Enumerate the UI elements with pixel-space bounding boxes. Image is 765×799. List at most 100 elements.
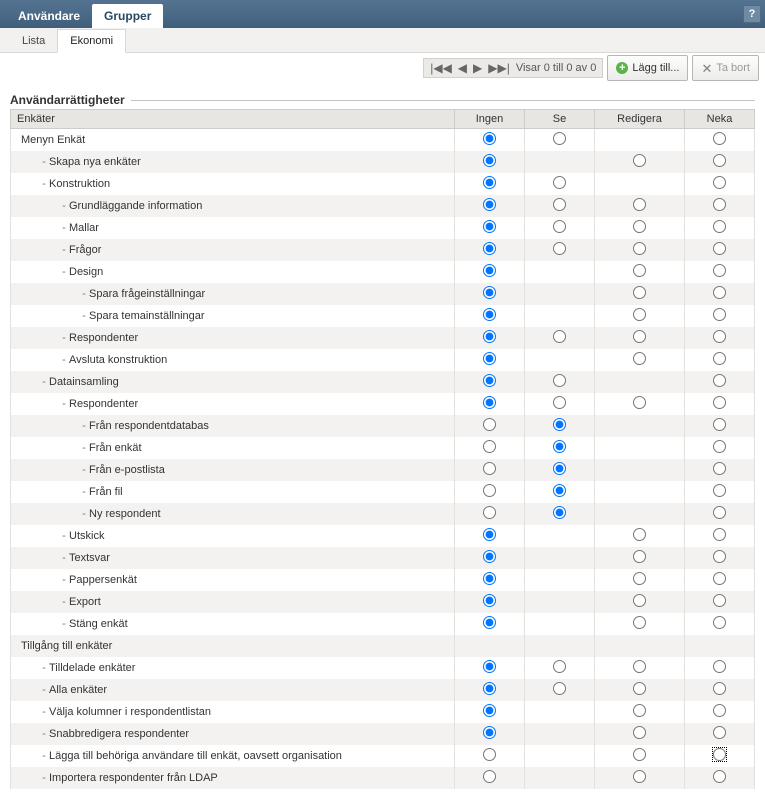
radio-neka[interactable] bbox=[713, 528, 726, 541]
tab-groups[interactable]: Grupper bbox=[92, 4, 163, 28]
pager-prev-icon[interactable]: ◀ bbox=[458, 61, 467, 75]
radio-redigera[interactable] bbox=[633, 308, 646, 321]
radio-se[interactable] bbox=[553, 198, 566, 211]
radio-redigera[interactable] bbox=[633, 396, 646, 409]
radio-ingen[interactable] bbox=[483, 418, 496, 431]
radio-ingen[interactable] bbox=[483, 770, 496, 783]
radio-ingen[interactable] bbox=[483, 440, 496, 453]
radio-se[interactable] bbox=[553, 176, 566, 189]
radio-redigera[interactable] bbox=[633, 572, 646, 585]
radio-redigera[interactable] bbox=[633, 220, 646, 233]
radio-ingen[interactable] bbox=[483, 704, 496, 717]
radio-neka[interactable] bbox=[713, 682, 726, 695]
radio-redigera[interactable] bbox=[633, 550, 646, 563]
radio-se[interactable] bbox=[553, 440, 566, 453]
radio-redigera[interactable] bbox=[633, 264, 646, 277]
radio-se[interactable] bbox=[553, 462, 566, 475]
radio-ingen[interactable] bbox=[483, 726, 496, 739]
radio-ingen[interactable] bbox=[483, 264, 496, 277]
radio-se[interactable] bbox=[553, 242, 566, 255]
radio-redigera[interactable] bbox=[633, 242, 646, 255]
radio-ingen[interactable] bbox=[483, 484, 496, 497]
radio-redigera[interactable] bbox=[633, 660, 646, 673]
radio-ingen[interactable] bbox=[483, 682, 496, 695]
radio-se[interactable] bbox=[553, 682, 566, 695]
radio-redigera[interactable] bbox=[633, 594, 646, 607]
radio-neka[interactable] bbox=[713, 748, 726, 761]
radio-ingen[interactable] bbox=[483, 220, 496, 233]
radio-redigera[interactable] bbox=[633, 528, 646, 541]
radio-redigera[interactable] bbox=[633, 726, 646, 739]
radio-se[interactable] bbox=[553, 660, 566, 673]
radio-ingen[interactable] bbox=[483, 374, 496, 387]
radio-se[interactable] bbox=[553, 484, 566, 497]
radio-neka[interactable] bbox=[713, 352, 726, 365]
radio-ingen[interactable] bbox=[483, 528, 496, 541]
radio-se[interactable] bbox=[553, 506, 566, 519]
radio-se[interactable] bbox=[553, 374, 566, 387]
radio-neka[interactable] bbox=[713, 374, 726, 387]
radio-redigera[interactable] bbox=[633, 286, 646, 299]
radio-neka[interactable] bbox=[713, 132, 726, 145]
subtab-economy[interactable]: Ekonomi bbox=[57, 29, 126, 53]
radio-ingen[interactable] bbox=[483, 154, 496, 167]
radio-neka[interactable] bbox=[713, 396, 726, 409]
radio-neka[interactable] bbox=[713, 418, 726, 431]
radio-ingen[interactable] bbox=[483, 616, 496, 629]
subtab-list[interactable]: Lista bbox=[10, 30, 57, 52]
radio-neka[interactable] bbox=[713, 550, 726, 563]
radio-redigera[interactable] bbox=[633, 330, 646, 343]
radio-redigera[interactable] bbox=[633, 770, 646, 783]
radio-neka[interactable] bbox=[713, 572, 726, 585]
radio-ingen[interactable] bbox=[483, 352, 496, 365]
radio-neka[interactable] bbox=[713, 770, 726, 783]
radio-neka[interactable] bbox=[713, 660, 726, 673]
radio-se[interactable] bbox=[553, 220, 566, 233]
radio-ingen[interactable] bbox=[483, 198, 496, 211]
radio-neka[interactable] bbox=[713, 308, 726, 321]
radio-neka[interactable] bbox=[713, 242, 726, 255]
pager-last-icon[interactable]: ▶▶| bbox=[488, 61, 510, 75]
radio-neka[interactable] bbox=[713, 154, 726, 167]
radio-neka[interactable] bbox=[713, 462, 726, 475]
radio-neka[interactable] bbox=[713, 726, 726, 739]
radio-neka[interactable] bbox=[713, 484, 726, 497]
radio-ingen[interactable] bbox=[483, 396, 496, 409]
radio-redigera[interactable] bbox=[633, 198, 646, 211]
radio-se[interactable] bbox=[553, 418, 566, 431]
radio-se[interactable] bbox=[553, 132, 566, 145]
radio-ingen[interactable] bbox=[483, 748, 496, 761]
radio-neka[interactable] bbox=[713, 506, 726, 519]
radio-se[interactable] bbox=[553, 396, 566, 409]
radio-neka[interactable] bbox=[713, 440, 726, 453]
radio-neka[interactable] bbox=[713, 264, 726, 277]
radio-neka[interactable] bbox=[713, 594, 726, 607]
radio-neka[interactable] bbox=[713, 286, 726, 299]
pager-first-icon[interactable]: |◀◀ bbox=[430, 61, 452, 75]
radio-se[interactable] bbox=[553, 330, 566, 343]
radio-ingen[interactable] bbox=[483, 462, 496, 475]
radio-neka[interactable] bbox=[713, 198, 726, 211]
radio-redigera[interactable] bbox=[633, 352, 646, 365]
radio-ingen[interactable] bbox=[483, 286, 496, 299]
radio-ingen[interactable] bbox=[483, 308, 496, 321]
radio-neka[interactable] bbox=[713, 220, 726, 233]
radio-neka[interactable] bbox=[713, 330, 726, 343]
radio-ingen[interactable] bbox=[483, 132, 496, 145]
radio-neka[interactable] bbox=[713, 616, 726, 629]
radio-neka[interactable] bbox=[713, 704, 726, 717]
radio-ingen[interactable] bbox=[483, 572, 496, 585]
radio-redigera[interactable] bbox=[633, 616, 646, 629]
remove-button[interactable]: ✕ Ta bort bbox=[692, 55, 759, 81]
pager-next-icon[interactable]: ▶ bbox=[473, 61, 482, 75]
radio-redigera[interactable] bbox=[633, 748, 646, 761]
radio-ingen[interactable] bbox=[483, 506, 496, 519]
radio-redigera[interactable] bbox=[633, 704, 646, 717]
radio-ingen[interactable] bbox=[483, 242, 496, 255]
radio-ingen[interactable] bbox=[483, 660, 496, 673]
radio-ingen[interactable] bbox=[483, 330, 496, 343]
radio-redigera[interactable] bbox=[633, 154, 646, 167]
radio-ingen[interactable] bbox=[483, 594, 496, 607]
tab-users[interactable]: Användare bbox=[6, 4, 92, 28]
radio-ingen[interactable] bbox=[483, 550, 496, 563]
